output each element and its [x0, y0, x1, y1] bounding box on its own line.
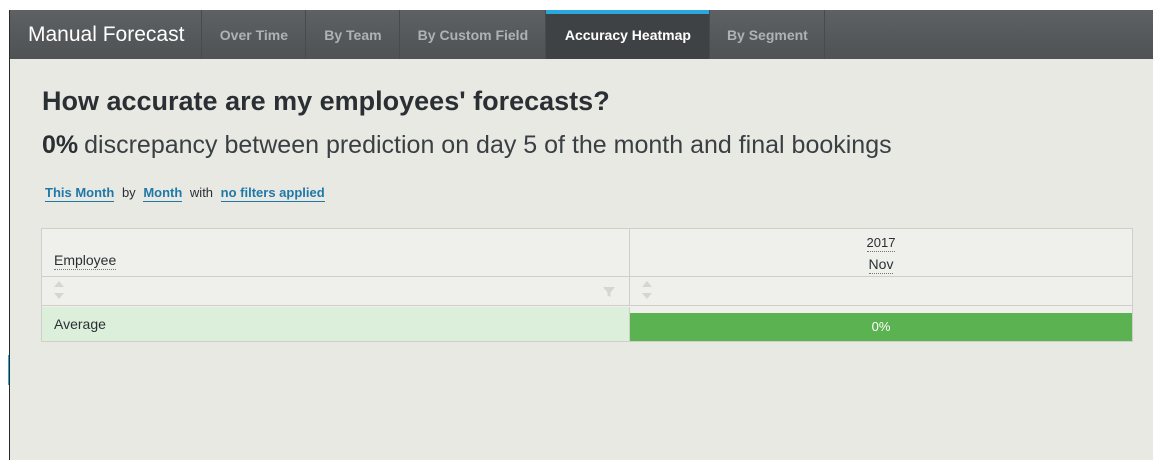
sort-down-icon	[642, 293, 652, 299]
date-sort-control[interactable]	[642, 281, 652, 301]
employee-column-header: Employee	[42, 229, 630, 277]
employee-sort-control[interactable]	[54, 281, 64, 301]
table-row: Average 0%	[42, 307, 1132, 341]
tab-by-custom-field[interactable]: By Custom Field	[399, 10, 545, 59]
period-selector-link[interactable]: This Month	[45, 185, 115, 202]
grouping-selector-link[interactable]: Month	[143, 185, 183, 202]
filter-sentence: This Month by Month with no filters appl…	[45, 185, 325, 202]
accuracy-heatmap-table: Employee 2017 Nov Average 0%	[41, 228, 1133, 342]
discrepancy-text: discrepancy between prediction on day 5 …	[84, 131, 892, 159]
tab-accuracy-heatmap[interactable]: Accuracy Heatmap	[545, 10, 710, 59]
employee-sort-cell	[42, 277, 630, 306]
tab-over-time[interactable]: Over Time	[201, 10, 305, 59]
tab-by-team[interactable]: By Team	[305, 10, 399, 59]
summary-line: 0% discrepancy between prediction on day …	[42, 131, 892, 160]
page-title: How accurate are my employees' forecasts…	[42, 86, 610, 116]
by-word: by	[121, 185, 136, 200]
top-navigation-bar: Manual Forecast Over Time By Team By Cus…	[10, 10, 1153, 59]
sort-up-icon	[54, 281, 64, 287]
filter-icon[interactable]	[602, 285, 616, 299]
filters-link[interactable]: no filters applied	[220, 185, 325, 202]
sort-up-icon	[642, 281, 652, 287]
discrepancy-value: 0%	[42, 131, 79, 159]
average-row-label: Average	[54, 316, 106, 332]
date-column-header: 2017 Nov	[630, 229, 1132, 277]
with-word: with	[189, 185, 214, 200]
sort-filter-row	[42, 277, 1132, 306]
app-title: Manual Forecast	[28, 22, 185, 46]
app-frame: Manual Forecast Over Time By Team By Cus…	[9, 10, 1153, 460]
year-header-label[interactable]: 2017	[866, 235, 896, 252]
tab-by-segment[interactable]: By Segment	[709, 10, 826, 59]
date-sort-cell	[630, 277, 1132, 306]
month-header-label[interactable]: Nov	[868, 256, 894, 274]
average-row-label-cell: Average	[42, 307, 630, 341]
employee-header-label[interactable]: Employee	[54, 252, 117, 270]
sort-down-icon	[54, 293, 64, 299]
average-heatmap-cell[interactable]: 0%	[630, 313, 1132, 341]
